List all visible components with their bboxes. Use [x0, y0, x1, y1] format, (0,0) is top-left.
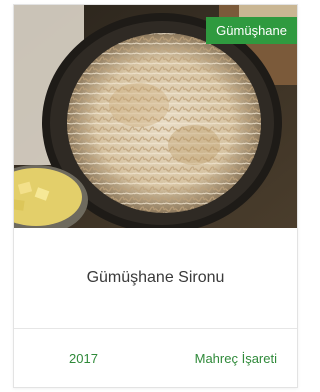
indication-type: Mahreç İşareti [194, 350, 277, 366]
region-badge[interactable]: Gümüşhane [206, 17, 297, 44]
product-card[interactable]: Gümüşhane Gümüşhane Sironu 2017 Mahreç İ… [13, 4, 298, 388]
registration-year: 2017 [69, 350, 98, 366]
card-footer: 2017 Mahreç İşareti [14, 329, 297, 387]
product-title[interactable]: Gümüşhane Sironu [14, 228, 297, 329]
product-image[interactable]: Gümüşhane [14, 5, 297, 228]
